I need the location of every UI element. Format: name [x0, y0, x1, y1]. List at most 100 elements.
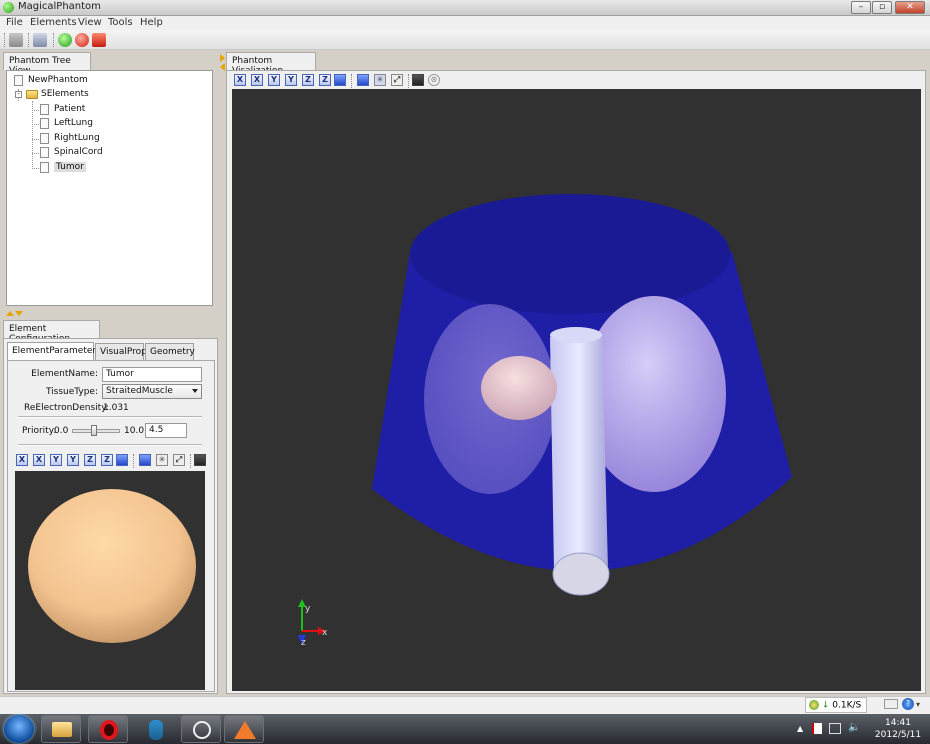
add-element-icon[interactable] — [58, 33, 72, 47]
file-icon — [40, 147, 49, 158]
tree-node-label: SpinalCord — [54, 147, 103, 157]
tray-expand-icon[interactable]: ▲ — [797, 724, 803, 733]
view-z-icon[interactable]: Z — [84, 454, 96, 466]
taskbar: ▲ 🔈 14:41 2012/5/11 — [0, 714, 930, 744]
minimize-button[interactable]: – — [851, 1, 871, 14]
menu-file[interactable]: File — [6, 17, 23, 28]
download-arrow-icon: ↓ — [821, 700, 830, 711]
preview-toolbar: X X Y Y Z Z ✳ ⤢ — [14, 452, 206, 468]
z-axis-label: z — [301, 638, 306, 648]
menu-tools[interactable]: Tools — [108, 17, 133, 28]
collapse-icon[interactable]: - — [15, 91, 22, 98]
panel-splitter-handle[interactable] — [6, 311, 26, 317]
volume-icon[interactable]: 🔈 — [848, 722, 860, 733]
file-icon — [40, 162, 49, 173]
axes-icon[interactable]: ✳ — [156, 454, 168, 466]
viz-toolbar: X X Y Y Z Z ✳ ⤢ ⊙ — [232, 72, 921, 89]
priority-max: 10.0 — [124, 426, 145, 436]
view-z-reverse-icon[interactable]: Z — [101, 454, 113, 466]
fit-view-icon[interactable]: ⤢ — [173, 454, 185, 466]
tree-connector — [32, 101, 33, 169]
help-icon[interactable]: ? — [902, 698, 914, 710]
view-x-reverse-icon[interactable]: X — [33, 454, 45, 466]
tissue-type-value: StraitedMuscle — [106, 386, 173, 396]
view-z-icon[interactable]: Z — [302, 74, 314, 86]
density-label: ReElectronDensity: — [24, 403, 109, 413]
save-icon[interactable] — [412, 74, 424, 86]
cube-icon[interactable] — [334, 74, 346, 86]
parallel-projection-icon[interactable] — [357, 74, 369, 86]
tree-connector — [32, 124, 39, 125]
tray-window-icon[interactable] — [884, 699, 898, 709]
x-axis-label: x — [322, 628, 328, 638]
view-y-reverse-icon[interactable]: Y — [67, 454, 79, 466]
tree-connector — [32, 153, 39, 154]
tree-node-label: LeftLung — [54, 118, 93, 128]
parallel-projection-icon[interactable] — [139, 454, 151, 466]
slider-thumb[interactable] — [90, 425, 97, 436]
maximize-button[interactable]: ▫ — [872, 1, 892, 14]
toolbar-separator — [133, 454, 134, 468]
toolbar-separator — [190, 454, 191, 468]
tree-node-label: NewPhantom — [28, 75, 88, 85]
phantom-3d-viewport[interactable]: y x z — [232, 89, 921, 691]
view-y-reverse-icon[interactable]: Y — [285, 74, 297, 86]
phantom-icon[interactable] — [9, 33, 23, 47]
flag-icon[interactable] — [812, 723, 822, 734]
priority-min: 0.0 — [54, 426, 69, 436]
phantom-tree: NewPhantom - SElements Patient LeftLung … — [6, 70, 213, 306]
file-icon — [40, 104, 49, 115]
cube-icon[interactable] — [116, 454, 128, 466]
chevron-down-icon[interactable]: ▾ — [916, 700, 920, 709]
python-app-icon[interactable] — [135, 715, 175, 743]
window-title: MagicalPhantom — [18, 1, 101, 12]
menu-help[interactable]: Help — [140, 17, 163, 28]
menu-elements[interactable]: Elements — [30, 17, 77, 28]
view-z-reverse-icon[interactable]: Z — [319, 74, 331, 86]
tab-visual-prop[interactable]: VisualProp — [95, 343, 147, 360]
config-panel-header[interactable]: Element Configuration — [3, 320, 100, 344]
view-y-icon[interactable]: Y — [268, 74, 280, 86]
view-x-icon[interactable]: X — [16, 454, 28, 466]
viz-panel-header[interactable]: Phantom Visalization — [226, 52, 316, 76]
tree-node-label: SElements — [41, 89, 89, 99]
priority-field[interactable]: 4.5 — [145, 423, 187, 438]
view-x-reverse-icon[interactable]: X — [251, 74, 263, 86]
save-icon[interactable] — [194, 454, 206, 466]
tab-geometry[interactable]: Geometry — [145, 343, 195, 360]
explorer-app-icon[interactable] — [41, 715, 81, 743]
tumor — [481, 356, 557, 420]
network-widget: ↓ 0.1K/S — [805, 697, 867, 713]
element-name-field[interactable]: Tumor — [102, 367, 202, 382]
clock-date: 2012/5/11 — [874, 730, 922, 740]
close-button[interactable]: ✕ — [895, 1, 925, 14]
network-speed: 0.1K/S — [832, 700, 862, 711]
matlab-app-icon[interactable] — [224, 715, 264, 743]
clock-time: 14:41 — [885, 718, 911, 728]
start-button[interactable] — [4, 715, 34, 743]
menu-view[interactable]: View — [78, 17, 102, 28]
tree-panel-header[interactable]: Phantom Tree View — [3, 52, 91, 76]
priority-slider[interactable] — [72, 425, 120, 436]
element-name-label: ElementName: — [31, 369, 98, 379]
network-tray-icon[interactable] — [829, 723, 841, 734]
view-y-icon[interactable]: Y — [50, 454, 62, 466]
tissue-type-select[interactable]: StraitedMuscle — [102, 384, 202, 399]
element-preview-viewport[interactable] — [15, 471, 205, 690]
tab-element-parameters[interactable]: ElementParameters — [7, 342, 101, 360]
opera-app-icon[interactable] — [88, 715, 128, 743]
main-toolbar — [0, 30, 930, 50]
delete-all-icon[interactable] — [92, 33, 106, 47]
clock[interactable]: 14:41 2012/5/11 — [872, 717, 924, 741]
network-app-icon[interactable] — [181, 715, 221, 743]
tree-node-label: RightLung — [54, 133, 100, 143]
remove-element-icon[interactable] — [75, 33, 89, 47]
toolbar-separator — [53, 33, 54, 47]
tree-connector — [32, 139, 39, 140]
axes-icon[interactable]: ✳ — [374, 74, 386, 86]
camera-icon[interactable]: ⊙ — [428, 74, 440, 86]
spinal-cord-bottom — [552, 552, 610, 596]
fit-view-icon[interactable]: ⤢ — [391, 74, 403, 86]
settings-icon[interactable] — [33, 33, 47, 47]
view-x-icon[interactable]: X — [234, 74, 246, 86]
